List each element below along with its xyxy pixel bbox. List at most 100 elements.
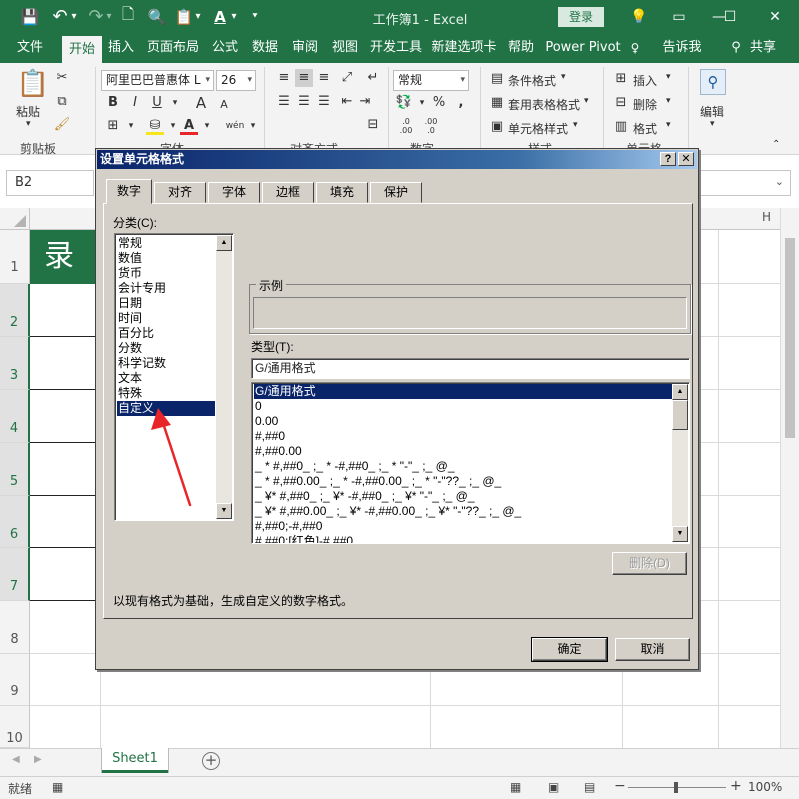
tab-formulas[interactable]: 公式 bbox=[208, 33, 242, 63]
tell-me-search[interactable]: 告诉我 bbox=[654, 33, 710, 63]
percent-button[interactable]: % bbox=[430, 94, 448, 112]
row-header-5[interactable]: 5 bbox=[0, 443, 30, 496]
tab-power-pivot[interactable]: Power Pivot bbox=[544, 33, 622, 63]
font-color-button[interactable]: A bbox=[180, 117, 198, 135]
scroll-right-icon[interactable]: ▶ bbox=[34, 754, 42, 765]
maximize-icon[interactable]: ☐ bbox=[715, 0, 745, 33]
list-item[interactable]: #,##0.00 bbox=[254, 444, 302, 459]
align-right-icon[interactable]: ☰ bbox=[315, 93, 333, 111]
paste-dropdown-icon[interactable]: ▾ bbox=[193, 0, 203, 33]
add-sheet-icon[interactable]: + bbox=[202, 752, 220, 770]
list-item[interactable]: 科学记数 bbox=[117, 356, 215, 371]
page-layout-view-icon[interactable]: ▣ bbox=[548, 780, 559, 794]
list-item[interactable]: _ * #,##0.00_ ;_ * -#,##0.00_ ;_ * "-"??… bbox=[254, 474, 501, 489]
list-item[interactable]: 数值 bbox=[117, 251, 215, 266]
tab-border[interactable]: 边框 bbox=[262, 182, 314, 203]
tab-view[interactable]: 视图 bbox=[328, 33, 362, 63]
cancel-button[interactable]: 取消 bbox=[615, 638, 690, 661]
font-name-select[interactable]: 阿里巴巴普惠体 L ▾ bbox=[101, 70, 214, 91]
delete-cells-button[interactable]: 删除 bbox=[633, 96, 657, 113]
scroll-up-icon[interactable]: ▲ bbox=[672, 384, 688, 400]
save-icon[interactable]: 💾 bbox=[18, 0, 42, 33]
tab-data[interactable]: 数据 bbox=[248, 33, 282, 63]
vertical-scrollbar[interactable] bbox=[780, 208, 799, 748]
font-color-icon[interactable]: A bbox=[210, 0, 230, 33]
align-bottom-icon[interactable]: ≡ bbox=[315, 69, 333, 87]
list-item[interactable]: #,##0;[红色]-#,##0 bbox=[254, 534, 353, 543]
row-header-7[interactable]: 7 bbox=[0, 548, 30, 601]
select-all-corner[interactable] bbox=[0, 208, 30, 230]
expand-formula-icon[interactable]: ⌄ bbox=[775, 175, 784, 188]
share-button[interactable]: 共享 bbox=[746, 33, 780, 63]
scroll-down-icon[interactable]: ▼ bbox=[216, 503, 232, 519]
search-icon[interactable]: ⚲ bbox=[700, 69, 726, 95]
increase-decimal-button[interactable]: .0 .00 bbox=[395, 117, 417, 135]
scrollbar-thumb[interactable] bbox=[672, 400, 688, 430]
row-header-3[interactable]: 3 bbox=[0, 337, 30, 390]
type-input[interactable]: G/通用格式 bbox=[251, 358, 690, 379]
zoom-in-button[interactable]: + bbox=[730, 778, 742, 794]
tab-font[interactable]: 字体 bbox=[208, 182, 260, 203]
cut-icon[interactable]: ✂ bbox=[53, 69, 71, 87]
category-list[interactable]: 常规 数值 货币 会计专用 日期 时间 百分比 分数 科学记数 文本 特殊 自定… bbox=[114, 233, 234, 521]
fill-color-icon[interactable]: ⛁ bbox=[146, 117, 164, 135]
decrease-indent-icon[interactable]: ⇤ bbox=[338, 93, 356, 111]
format-painter-icon[interactable]: 🖌 bbox=[53, 116, 71, 134]
conditional-format-icon[interactable]: ▤ bbox=[488, 70, 506, 88]
list-item[interactable]: 0 bbox=[254, 399, 262, 414]
ribbon-display-options-icon[interactable]: ▭ bbox=[659, 0, 699, 33]
accounting-dropdown-icon[interactable]: ▾ bbox=[413, 94, 431, 112]
number-format-select[interactable]: 常规 ▾ bbox=[393, 70, 469, 91]
font-size-select[interactable]: 26 ▾ bbox=[216, 70, 256, 91]
name-box[interactable]: B2 bbox=[6, 170, 94, 196]
row-header-9[interactable]: 9 bbox=[0, 654, 30, 706]
list-item[interactable]: 货币 bbox=[117, 266, 215, 281]
tab-insert[interactable]: 插入 bbox=[104, 33, 138, 63]
wrap-text-icon[interactable]: ↵ bbox=[364, 69, 382, 87]
list-item[interactable]: 0.00 bbox=[254, 414, 278, 429]
redo-icon[interactable]: ↷ bbox=[86, 0, 106, 33]
paste-dropdown-icon[interactable]: ▾ bbox=[26, 119, 31, 129]
close-icon[interactable]: ✕ bbox=[755, 0, 795, 33]
list-item[interactable]: _ * #,##0_ ;_ * -#,##0_ ;_ * "-"_ ;_ @_ bbox=[254, 459, 455, 474]
shrink-font-button[interactable]: A bbox=[215, 96, 233, 114]
scroll-down-icon[interactable]: ▼ bbox=[672, 526, 688, 542]
pinyin-dropdown-icon[interactable]: ▾ bbox=[244, 117, 262, 135]
list-item[interactable]: _ ¥* #,##0_ ;_ ¥* -#,##0_ ;_ ¥* "-"_ ;_ … bbox=[254, 489, 475, 504]
row-header-6[interactable]: 6 bbox=[0, 496, 30, 548]
comma-style-button[interactable]: , bbox=[452, 94, 470, 112]
ok-button[interactable]: 确定 bbox=[531, 637, 608, 662]
scrollbar-thumb[interactable] bbox=[785, 238, 795, 438]
list-item[interactable]: 日期 bbox=[117, 296, 215, 311]
tab-developer[interactable]: 开发工具 bbox=[366, 33, 426, 63]
tab-home[interactable]: 开始 bbox=[62, 36, 102, 63]
login-button[interactable]: 登录 bbox=[558, 7, 604, 27]
tab-help[interactable]: 帮助 bbox=[504, 33, 538, 63]
list-item[interactable]: 分数 bbox=[117, 341, 215, 356]
dialog-help-button[interactable]: ? bbox=[660, 152, 676, 166]
list-item[interactable]: #,##0;-#,##0 bbox=[254, 519, 322, 534]
row-header-1[interactable]: 1 bbox=[0, 230, 30, 284]
border-dropdown-icon[interactable]: ▾ bbox=[122, 117, 140, 135]
normal-view-icon[interactable]: ▦ bbox=[510, 780, 521, 794]
align-top-icon[interactable]: ≡ bbox=[275, 69, 293, 87]
list-item[interactable]: 常规 bbox=[117, 236, 215, 251]
lightbulb-icon[interactable]: 💡 bbox=[619, 0, 659, 33]
row-header-4[interactable]: 4 bbox=[0, 390, 30, 443]
zoom-level[interactable]: 100% bbox=[748, 780, 782, 794]
align-center-icon[interactable]: ☰ bbox=[295, 93, 313, 111]
italic-button[interactable]: I bbox=[126, 94, 144, 112]
format-code-list[interactable]: G/通用格式 0 0.00 #,##0 #,##0.00 _ * #,##0_ … bbox=[251, 382, 690, 544]
underline-dropdown-icon[interactable]: ▾ bbox=[166, 94, 184, 112]
paste-icon[interactable]: 📋 bbox=[174, 0, 194, 33]
merge-center-icon[interactable]: ⊟ bbox=[364, 116, 382, 134]
scroll-up-icon[interactable]: ▲ bbox=[216, 235, 232, 251]
orientation-icon[interactable]: ⤢ bbox=[338, 69, 356, 87]
format-cells-button[interactable]: 格式 bbox=[633, 120, 657, 137]
conditional-format-button[interactable]: 条件格式 bbox=[508, 72, 556, 89]
sheet-tab-sheet1[interactable]: Sheet1 bbox=[102, 748, 168, 773]
header-cell-a1[interactable]: 录入 bbox=[30, 230, 100, 284]
pinyin-icon[interactable]: wén bbox=[224, 117, 246, 135]
category-scrollbar[interactable]: ▲ ▼ bbox=[216, 235, 232, 519]
delete-format-button[interactable]: 删除(D) bbox=[612, 552, 687, 575]
